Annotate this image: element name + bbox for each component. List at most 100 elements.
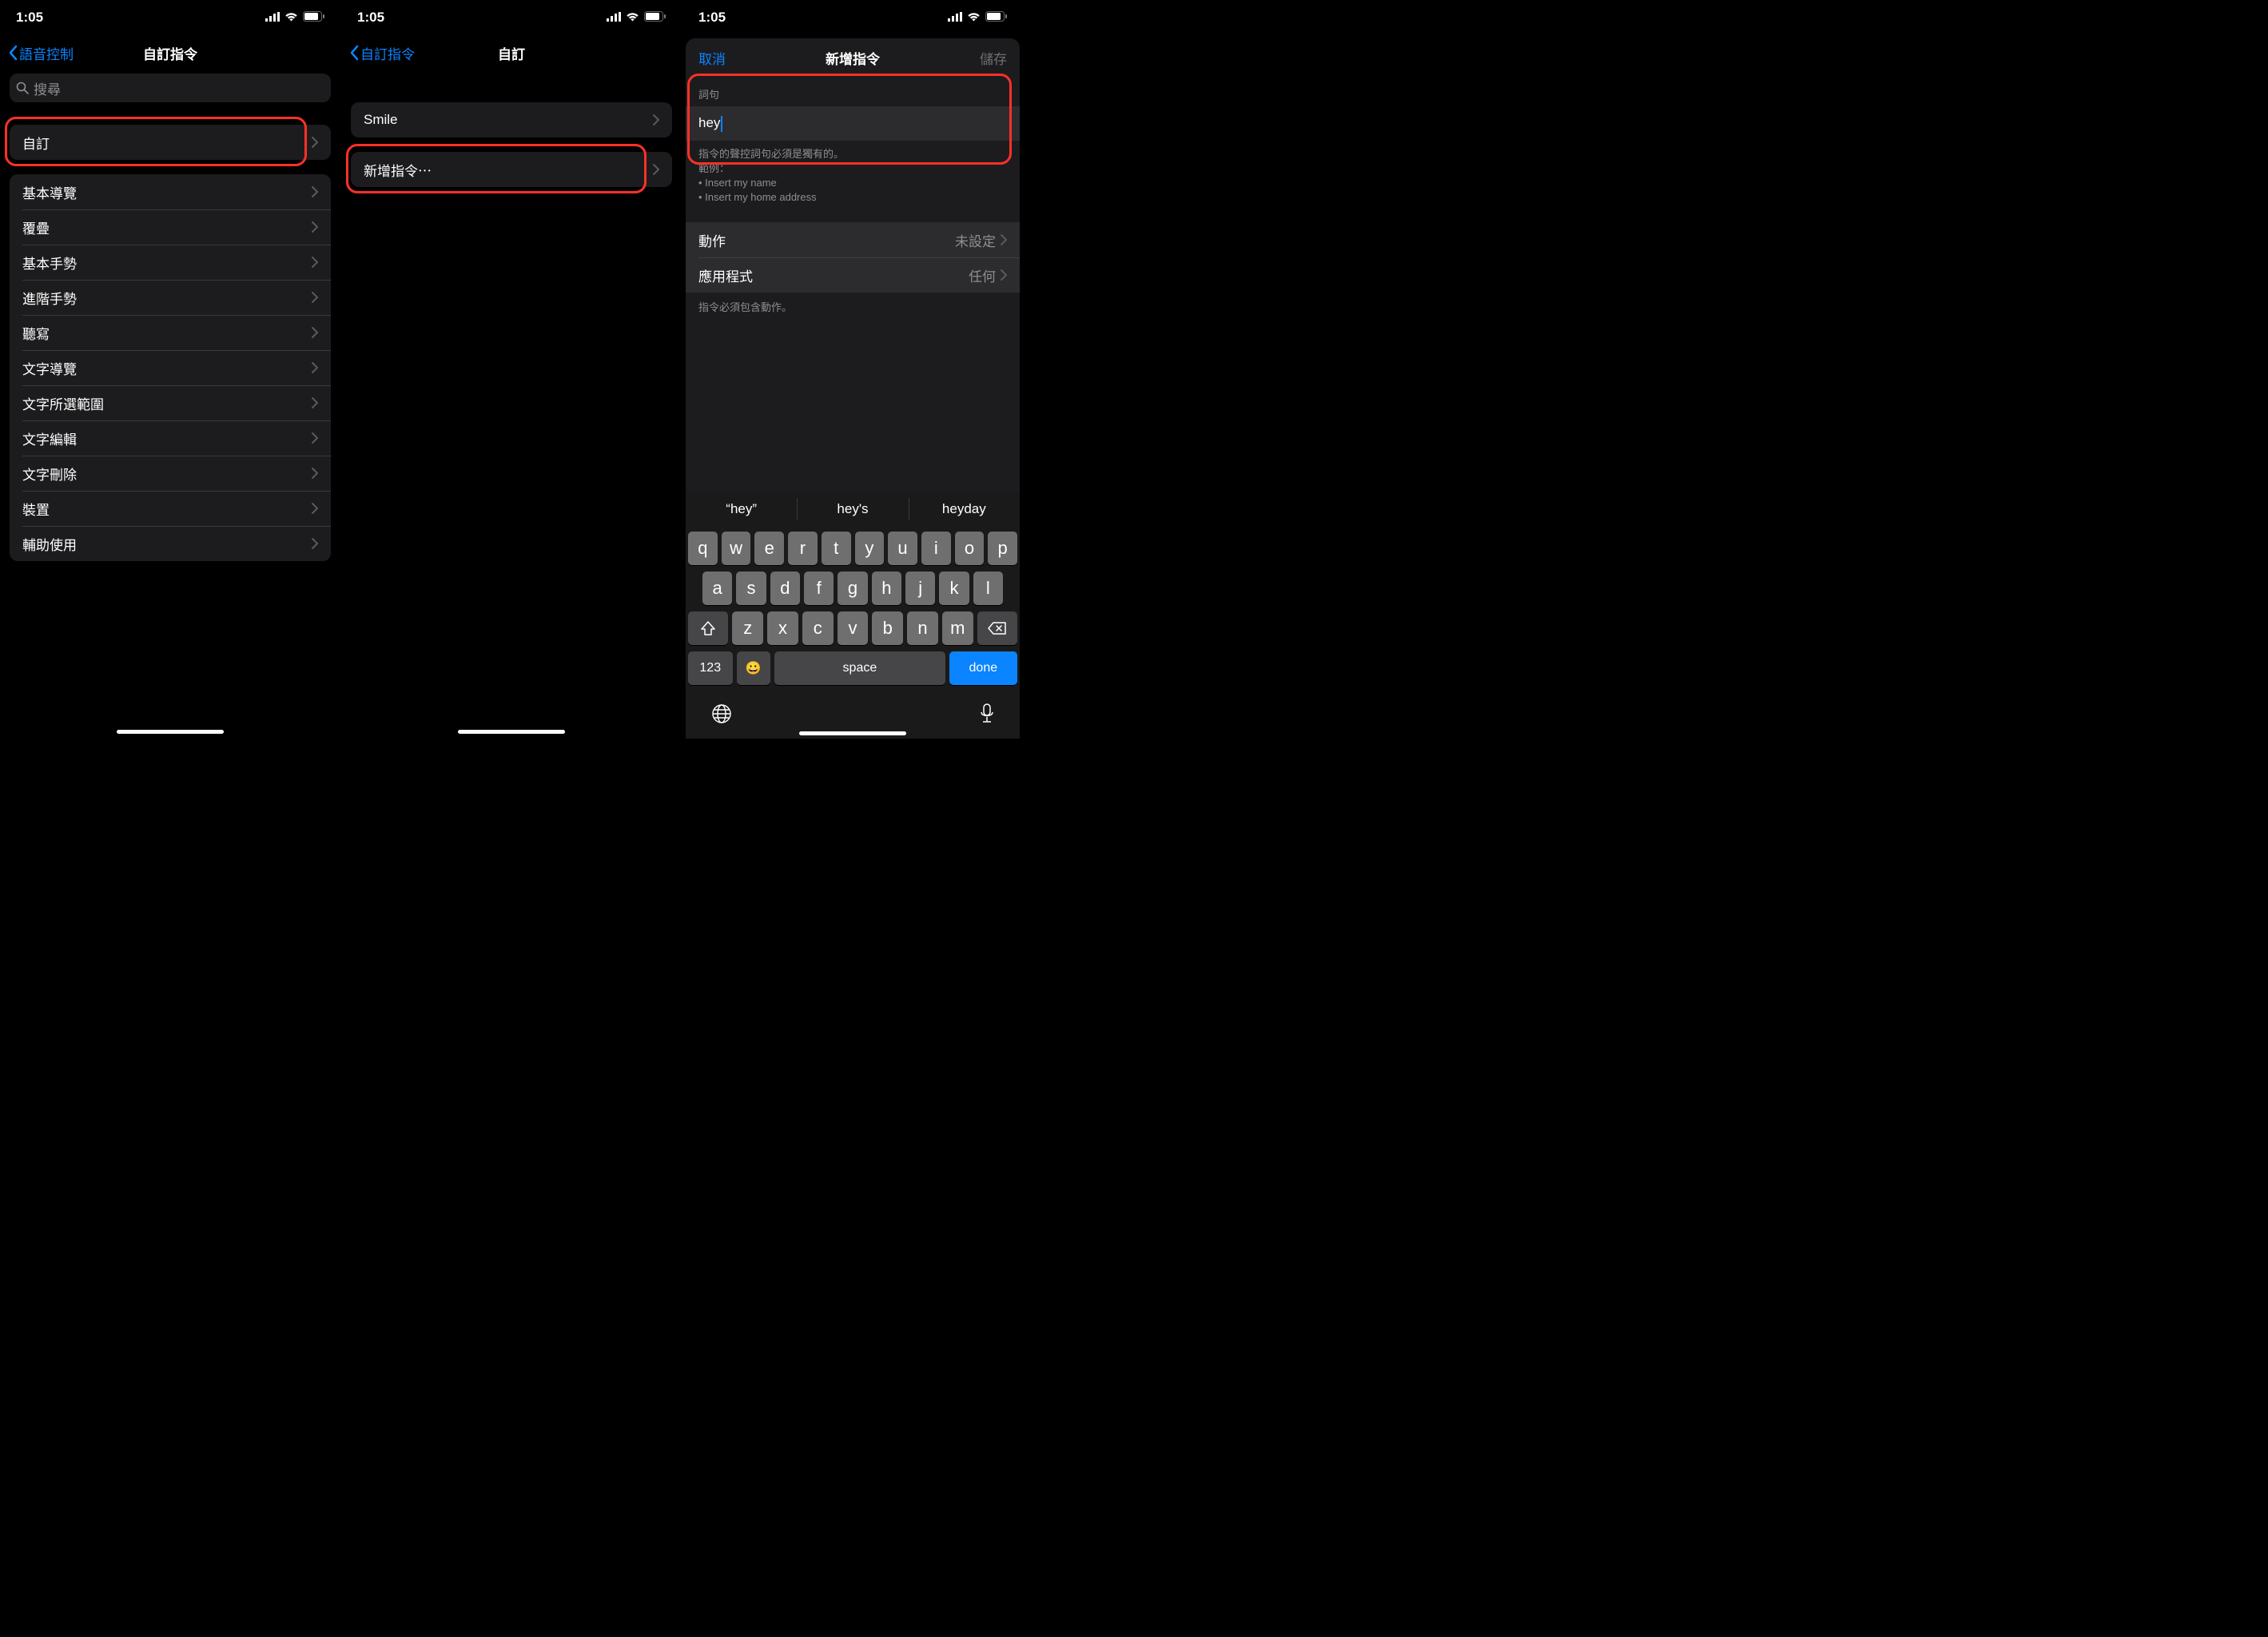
application-row[interactable]: 應用程式 任何 — [686, 257, 1020, 293]
emoji-key[interactable]: 😀 — [737, 651, 771, 685]
nav-bar: 自訂指令 自訂 — [341, 35, 682, 70]
key-f[interactable]: f — [804, 572, 834, 605]
suggestion[interactable]: “hey” — [686, 492, 797, 527]
category-row[interactable]: 文字所選範圍 — [10, 385, 331, 420]
row-label: 應用程式 — [698, 265, 969, 285]
category-row[interactable]: 覆疊 — [10, 209, 331, 245]
status-time: 1:05 — [16, 10, 43, 26]
back-button[interactable]: 語音控制 — [8, 43, 74, 63]
globe-key[interactable] — [710, 703, 733, 729]
phrase-input[interactable]: hey — [686, 106, 1020, 141]
category-row[interactable]: 基本手勢 — [10, 245, 331, 280]
chevron-right-icon — [312, 137, 318, 148]
done-key[interactable]: done — [949, 651, 1017, 685]
command-row[interactable]: Smile — [351, 102, 672, 137]
space-key[interactable]: space — [774, 651, 945, 685]
status-time: 1:05 — [357, 10, 384, 26]
status-bar: 1:05 — [341, 0, 682, 35]
custom-group: 自訂 — [10, 125, 331, 160]
numbers-key[interactable]: 123 — [688, 651, 733, 685]
modal-sheet: 取消 新增指令 儲存 詞句 hey 指令的聲控詞句必須是獨有的。 範例： • I… — [686, 38, 1020, 739]
key-h[interactable]: h — [872, 572, 901, 605]
wifi-icon — [284, 10, 298, 26]
key-c[interactable]: c — [802, 611, 834, 645]
row-label: 聽寫 — [22, 323, 312, 343]
key-x[interactable]: x — [767, 611, 798, 645]
category-row[interactable]: 基本導覽 — [10, 174, 331, 209]
category-row[interactable]: 文字刪除 — [10, 456, 331, 491]
categories-group: 基本導覽覆疊基本手勢進階手勢聽寫文字導覽文字所選範圍文字編輯文字刪除裝置輔助使用 — [10, 174, 331, 561]
category-row[interactable]: 文字編輯 — [10, 420, 331, 456]
row-detail: 未設定 — [955, 230, 996, 250]
row-label: 裝置 — [22, 499, 312, 519]
key-y[interactable]: y — [855, 532, 885, 565]
key-u[interactable]: u — [888, 532, 917, 565]
key-a[interactable]: a — [702, 572, 732, 605]
key-p[interactable]: p — [988, 532, 1017, 565]
key-j[interactable]: j — [905, 572, 935, 605]
create-command-row[interactable]: 新增指令⋯ — [351, 152, 672, 187]
custom-row[interactable]: 自訂 — [10, 125, 331, 160]
key-o[interactable]: o — [955, 532, 985, 565]
key-w[interactable]: w — [722, 532, 751, 565]
category-row[interactable]: 聽寫 — [10, 315, 331, 350]
battery-icon — [644, 10, 666, 26]
chevron-right-icon — [312, 327, 318, 338]
back-label: 語音控制 — [19, 43, 74, 63]
key-m[interactable]: m — [942, 611, 973, 645]
key-z[interactable]: z — [732, 611, 763, 645]
key-d[interactable]: d — [770, 572, 800, 605]
suggestion[interactable]: heyday — [909, 492, 1020, 527]
chevron-right-icon — [1001, 269, 1007, 281]
action-row[interactable]: 動作 未設定 — [686, 222, 1020, 257]
suggestion-bar: “hey”hey'sheyday — [686, 492, 1020, 527]
key-v[interactable]: v — [838, 611, 869, 645]
dictation-key[interactable] — [979, 703, 995, 729]
suggestion[interactable]: hey's — [797, 492, 908, 527]
key-i[interactable]: i — [921, 532, 951, 565]
search-icon — [16, 82, 29, 94]
status-icons — [265, 10, 324, 26]
chevron-right-icon — [312, 432, 318, 444]
category-row[interactable]: 文字導覽 — [10, 350, 331, 385]
category-row[interactable]: 輔助使用 — [10, 526, 331, 561]
chevron-right-icon — [312, 221, 318, 233]
shift-key[interactable] — [688, 611, 728, 645]
row-label: 基本手勢 — [22, 253, 312, 273]
keyboard: qwertyuiop asdfghjkl zxcvbnm 123 😀 space… — [686, 527, 1020, 739]
category-row[interactable]: 進階手勢 — [10, 280, 331, 315]
status-icons — [607, 10, 666, 26]
status-bar: 1:05 — [0, 0, 340, 35]
phrase-value: hey — [698, 115, 720, 130]
home-indicator — [117, 730, 224, 734]
row-label: 文字所選範圍 — [22, 393, 312, 413]
delete-key[interactable] — [977, 611, 1017, 645]
row-label: 新增指令⋯ — [364, 160, 653, 180]
category-row[interactable]: 裝置 — [10, 491, 331, 526]
home-indicator — [458, 730, 565, 734]
key-g[interactable]: g — [838, 572, 867, 605]
search-placeholder: 搜尋 — [34, 78, 61, 98]
nav-bar: 語音控制 自訂指令 — [0, 35, 340, 70]
key-l[interactable]: l — [973, 572, 1003, 605]
key-b[interactable]: b — [872, 611, 903, 645]
status-icons — [948, 10, 1007, 26]
cellular-icon — [948, 10, 962, 26]
key-k[interactable]: k — [939, 572, 969, 605]
chevron-left-icon — [349, 45, 359, 61]
key-s[interactable]: s — [736, 572, 766, 605]
key-e[interactable]: e — [754, 532, 784, 565]
back-label: 自訂指令 — [360, 43, 415, 63]
key-r[interactable]: r — [788, 532, 818, 565]
home-indicator — [799, 731, 906, 735]
chevron-right-icon — [312, 397, 318, 408]
key-t[interactable]: t — [822, 532, 851, 565]
battery-icon — [985, 10, 1007, 26]
key-n[interactable]: n — [907, 611, 938, 645]
chevron-right-icon — [312, 468, 318, 479]
back-button[interactable]: 自訂指令 — [349, 43, 415, 63]
search-field[interactable]: 搜尋 — [10, 74, 331, 102]
chevron-right-icon — [312, 538, 318, 549]
key-q[interactable]: q — [688, 532, 718, 565]
wifi-icon — [626, 10, 639, 26]
